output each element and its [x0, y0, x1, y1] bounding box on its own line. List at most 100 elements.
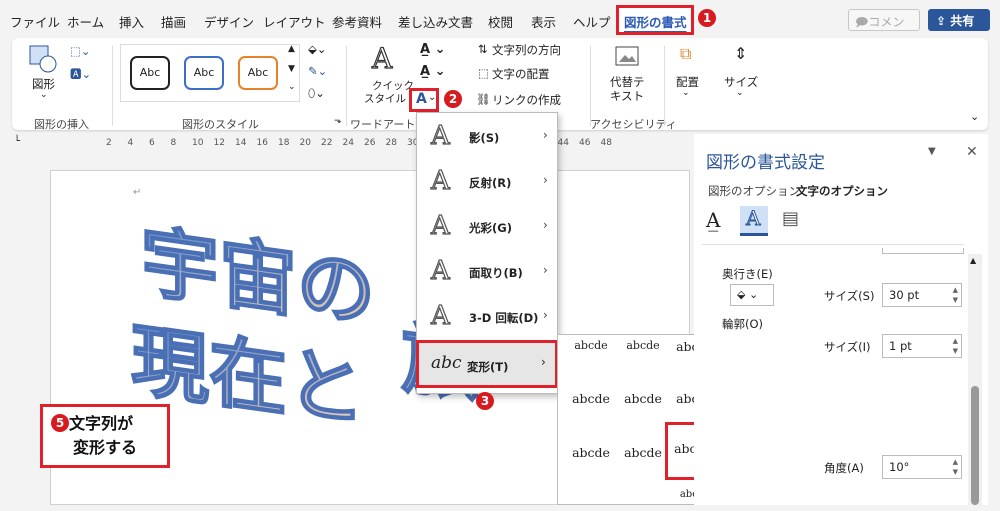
depth-size-label: サイズ(S) — [824, 289, 875, 303]
depth-size-input[interactable]: 30 pt ▲ ▼ — [882, 283, 962, 307]
menu-item-transform[interactable]: abc 変形(T) › — [416, 340, 558, 388]
close-icon[interactable]: ✕ — [966, 144, 978, 160]
tab-draw[interactable]: 描画 — [161, 12, 186, 31]
tab-help[interactable]: ヘルプ — [573, 12, 611, 31]
gallery-scroll-down-icon[interactable]: ▼ — [288, 64, 295, 74]
text-align-button[interactable]: 文字の配置 — [492, 66, 550, 82]
tab-home[interactable]: ホーム — [67, 12, 104, 31]
group-wordart-label: ワードアートの — [350, 118, 427, 131]
tab-insert[interactable]: 挿入 — [119, 12, 144, 31]
style-sample-3[interactable]: Abc — [238, 56, 278, 90]
tab-mailings[interactable]: 差し込み文書 — [398, 12, 473, 31]
quick-style-label-2[interactable]: スタイル — [364, 91, 406, 106]
chevron-right-icon: › — [543, 263, 548, 277]
tab-references[interactable]: 参考資料 — [332, 12, 382, 31]
arrange-icon[interactable]: ⧉ — [680, 44, 691, 64]
step-badge-2: 2 — [444, 90, 462, 108]
depth-label: 奥行き(E) — [722, 267, 773, 281]
style-sample-2[interactable]: Abc — [184, 56, 224, 90]
tab-review[interactable]: 校閲 — [488, 12, 513, 31]
tab-layout[interactable]: レイアウト — [263, 12, 326, 31]
alt-text-icon[interactable] — [614, 44, 640, 70]
ruler-number: 12 — [213, 138, 225, 148]
text-effects-button[interactable]: A ⌄ — [409, 88, 439, 112]
transform-option[interactable]: abcde — [566, 445, 616, 467]
chevron-right-icon: › — [541, 355, 546, 369]
spin-arrows-icon[interactable]: ▲ ▼ — [953, 336, 958, 356]
spin-arrows-icon[interactable]: ▲ ▼ — [953, 285, 958, 305]
text-direction-icon[interactable]: ⇅ — [478, 42, 488, 56]
ruler-number: 22 — [321, 138, 333, 148]
menu-item-label: 影(S) — [469, 131, 500, 145]
divider — [590, 46, 591, 126]
shape-outline-icon[interactable]: ✎⌄ — [308, 64, 327, 78]
shape-fill-icon[interactable]: ⬙⌄ — [308, 42, 326, 56]
transform-option[interactable]: abcde — [618, 391, 668, 413]
spin-arrows-icon[interactable]: ▲ ▼ — [953, 457, 958, 477]
text-effects-tab[interactable]: A — [740, 206, 768, 236]
glow-icon: A — [430, 210, 450, 241]
pane-options-icon[interactable]: ▼ — [928, 146, 936, 157]
quick-style-icon[interactable]: A — [371, 41, 392, 75]
tab-shape-options[interactable]: 図形のオプション — [708, 183, 800, 199]
chevron-right-icon: › — [543, 128, 548, 142]
chevron-right-icon: › — [543, 218, 548, 232]
tab-shape-format[interactable]: 図形の書式 — [624, 12, 687, 31]
menu-item-3d-rotation[interactable]: A 3-D 回転(D) › — [417, 295, 557, 339]
text-align-icon[interactable]: ⬚ — [478, 66, 489, 80]
ruler-number: 44 — [557, 138, 569, 148]
vertical-ruler[interactable] — [10, 152, 24, 505]
tab-file[interactable]: ファイル — [10, 12, 60, 31]
callout-box: 5 文字列が 変形する — [40, 404, 170, 468]
tab-design[interactable]: デザイン — [204, 12, 254, 31]
transform-icon: abc — [431, 353, 462, 373]
collapse-ribbon-icon[interactable]: ⌄ — [970, 110, 979, 123]
menu-item-label: 光彩(G) — [469, 221, 512, 235]
dialog-launcher-icon[interactable]: ⬎ — [334, 116, 342, 126]
menu-item-shadow[interactable]: A 影(S) › — [417, 115, 557, 159]
tab-view[interactable]: 表示 — [531, 12, 556, 31]
outline-size-input[interactable]: 1 pt ▲ ▼ — [882, 334, 962, 358]
alt-text-label-2[interactable]: キスト — [610, 88, 644, 104]
menu-item-glow[interactable]: A 光彩(G) › — [417, 205, 557, 249]
scroll-up-icon[interactable]: ▲ — [970, 256, 976, 265]
transform-option[interactable]: abcde — [566, 339, 616, 361]
size-icon[interactable]: ⇕ — [734, 44, 747, 63]
comment-button[interactable]: 🗩コメント — [848, 9, 920, 50]
menu-item-reflection[interactable]: A 反射(R) › — [417, 160, 557, 204]
share-button[interactable]: ⇪ 共有 — [928, 9, 990, 31]
angle-value: 10° — [889, 460, 910, 474]
gallery-more-icon[interactable]: ⌄ — [288, 82, 296, 92]
shape-effects-icon[interactable]: ⬯⌄ — [308, 86, 325, 101]
menu-item-bevel[interactable]: A 面取り(B) › — [417, 250, 557, 294]
text-outline-icon[interactable]: A̲ ⌄ — [420, 64, 445, 79]
depth-color-picker[interactable]: ⬙ ⌄ — [730, 284, 774, 306]
menu-item-label: 3-D 回転(D) — [469, 311, 539, 325]
share-icon: ⇪ — [936, 14, 951, 28]
link-icon[interactable]: ⛓ — [476, 92, 491, 106]
horizontal-ruler[interactable]: 2468101214161820222426283032343638404244… — [36, 134, 690, 152]
gallery-scroll-up-icon[interactable]: ▲ — [288, 44, 295, 54]
menu-item-label: 変形(T) — [467, 360, 509, 374]
text-fill-icon[interactable]: A̲ ⌄ — [420, 42, 445, 57]
edit-shape-icon[interactable]: ⬚⌄ — [70, 44, 91, 58]
text-fill-outline-icon[interactable]: A̲ — [706, 208, 720, 232]
pane-scrollbar[interactable]: ▲ — [968, 254, 982, 505]
scroll-thumb[interactable] — [971, 386, 979, 505]
fill-bucket-icon: ⬙ ⌄ — [737, 288, 759, 301]
ruler-number: 6 — [149, 138, 155, 148]
tab-selector-icon[interactable]: └ — [14, 136, 20, 147]
create-link-button[interactable]: リンクの作成 — [492, 92, 561, 108]
textbox-icon[interactable]: ▤ — [782, 208, 799, 229]
tab-text-options[interactable]: 文字のオプション — [796, 183, 888, 199]
style-sample-1[interactable]: Abc — [130, 56, 170, 90]
ruler-number: 4 — [127, 138, 134, 148]
transform-option[interactable]: abcde — [566, 391, 616, 413]
text-effects-icon: A — [745, 206, 761, 231]
shapes-icon[interactable] — [28, 44, 58, 74]
text-direction-button[interactable]: 文字列の方向 — [492, 42, 561, 58]
angle-input[interactable]: 10° ▲ ▼ — [882, 455, 962, 479]
transform-option[interactable]: abcde — [618, 445, 668, 467]
transform-option[interactable]: abcde — [618, 339, 668, 361]
textbox-icon[interactable]: 🅰⌄ — [70, 66, 91, 82]
